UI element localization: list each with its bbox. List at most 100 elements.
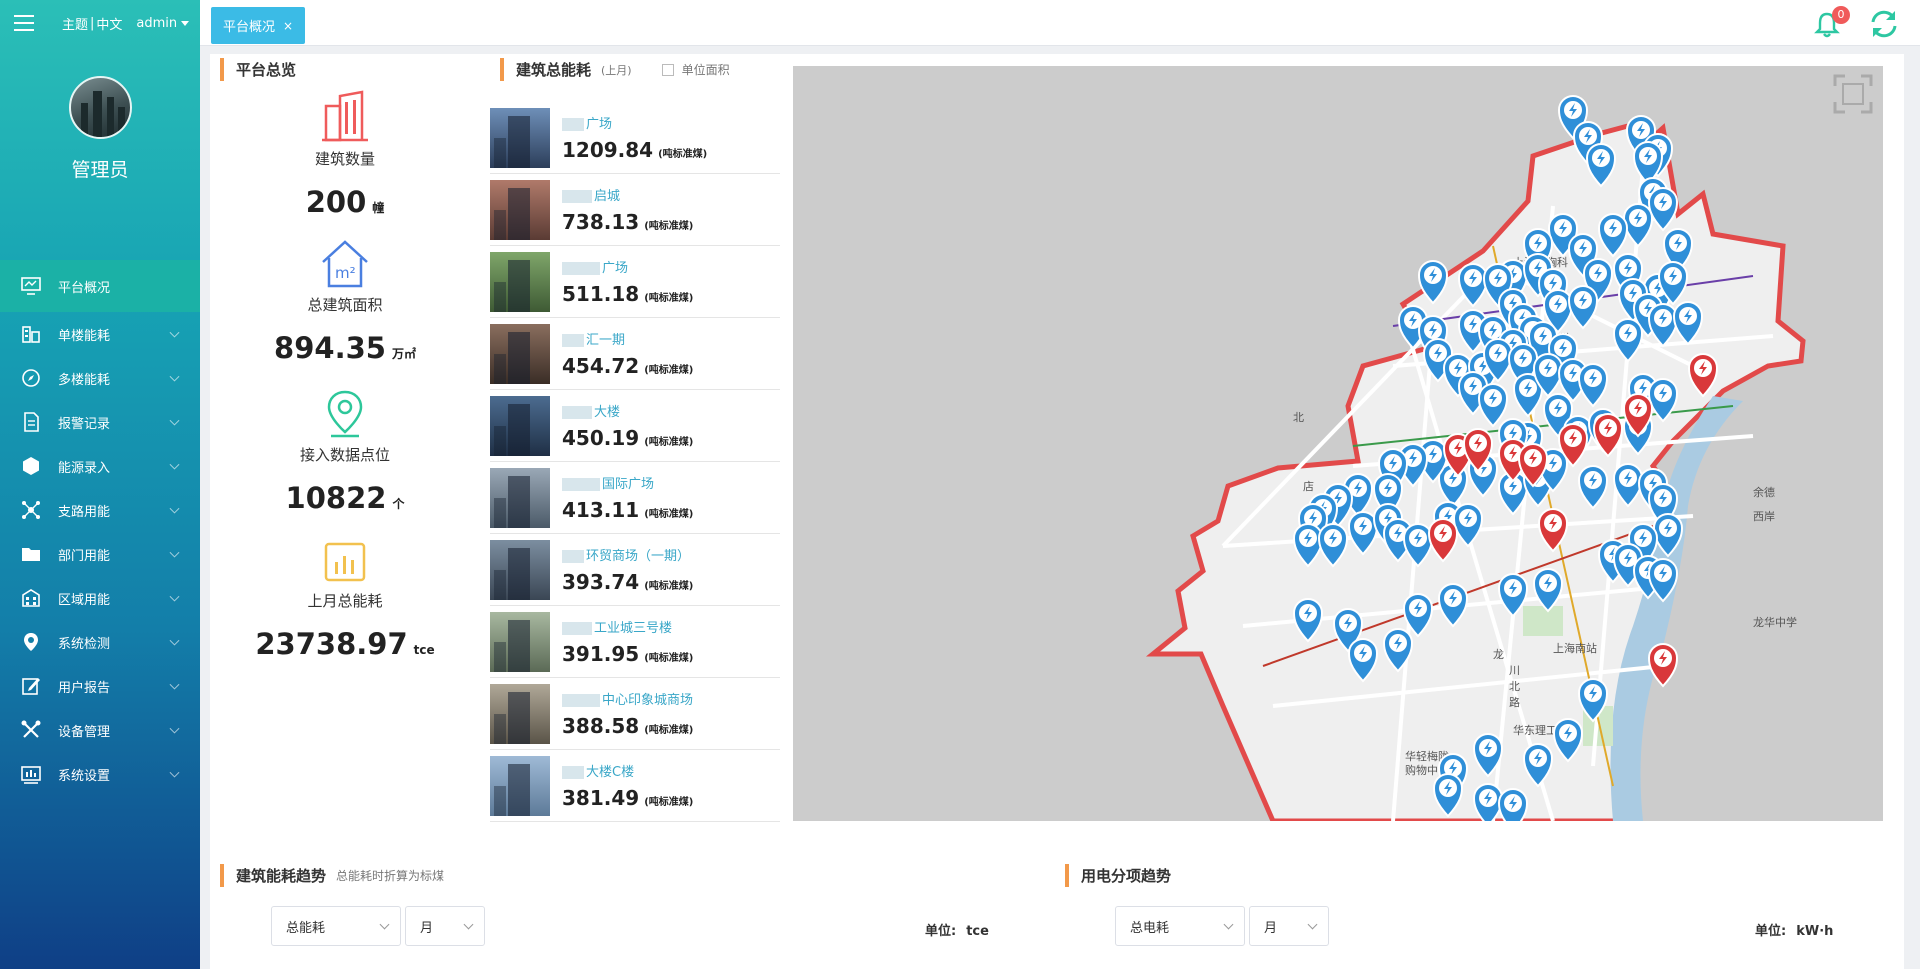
sidebar-item-4[interactable]: 能源录入 — [0, 444, 200, 488]
sidebar-item-label: 用户报告 — [58, 680, 111, 696]
edit-icon — [20, 675, 42, 697]
building-name[interactable]: 环贸商场（一期） — [586, 549, 690, 564]
building-row[interactable]: 国际广场 413.11 (吨标准煤) — [490, 462, 780, 534]
building-row[interactable]: 广场 511.18 (吨标准煤) — [490, 246, 780, 318]
overview-title: 平台总览 — [220, 58, 296, 81]
map-label: 上海南站 — [1553, 641, 1597, 655]
fullscreen-icon[interactable] — [1833, 74, 1873, 114]
sidebar-item-1[interactable]: 单楼能耗 — [0, 312, 200, 356]
stat-data-points: 接入数据点位 10822 个 — [210, 388, 480, 515]
stat-label: 上月总能耗 — [307, 592, 383, 610]
building-name[interactable]: 工业城三号楼 — [594, 621, 672, 636]
building-energy-value: 393.74 — [562, 570, 640, 594]
building-icon — [322, 90, 368, 142]
building-energy-title-text: 建筑总能耗 — [516, 61, 592, 79]
electric-type-select[interactable]: 总电耗 — [1115, 906, 1245, 946]
building-row[interactable]: 工业城三号楼 391.95 (吨标准煤) — [490, 606, 780, 678]
sidebar-item-3[interactable]: 报警记录 — [0, 400, 200, 444]
stat-label: 总建筑面积 — [307, 296, 383, 314]
sidebar-item-2[interactable]: 多楼能耗 — [0, 356, 200, 400]
building-energy-value: 511.18 — [562, 282, 640, 306]
building-row[interactable]: 环贸商场（一期） 393.74 (吨标准煤) — [490, 534, 780, 606]
stat-value: 10822 — [285, 481, 387, 515]
chevron-down-icon[interactable] — [181, 20, 190, 26]
building-name[interactable]: 大楼 — [594, 405, 620, 420]
building-chart-icon — [20, 323, 42, 345]
sidebar-item-label: 单楼能耗 — [58, 328, 111, 344]
stat-unit: 个 — [392, 497, 405, 511]
map-label: 店 — [1303, 479, 1314, 493]
building-photo — [490, 395, 550, 456]
chevron-down-icon — [463, 919, 474, 930]
building-name[interactable]: 广场 — [586, 117, 612, 132]
electric-period-select[interactable]: 月 — [1249, 906, 1329, 946]
sidebar-item-5[interactable]: 支路用能 — [0, 488, 200, 532]
sidebar-item-7[interactable]: 区域用能 — [0, 576, 200, 620]
sidebar-item-11[interactable]: 系统设置 — [0, 752, 200, 796]
electric-unit-label: 单位: — [1755, 924, 1787, 939]
trend-period-select[interactable]: 月 — [405, 906, 485, 946]
sidebar-item-0[interactable]: 平台概况 — [0, 260, 200, 312]
sidebar-item-10[interactable]: 设备管理 — [0, 708, 200, 752]
main-content: 平台总览 建筑数量 200 幢 m² 总建筑面积 894.35 万㎡ 接入数据点位 … — [210, 54, 1904, 969]
house-area-icon: m² — [322, 240, 368, 288]
building-name[interactable]: 汇一期 — [586, 333, 625, 348]
header-separator: | — [90, 15, 95, 31]
redacted-name — [562, 406, 592, 419]
building-row[interactable]: 大楼 450.19 (吨标准煤) — [490, 390, 780, 462]
building-row[interactable]: 中心印象城商场 388.58 (吨标准煤) — [490, 678, 780, 750]
sidebar-item-8[interactable]: 系统检测 — [0, 620, 200, 664]
unit-area-label: 单位面积 — [681, 63, 730, 77]
stat-value: 894.35 — [274, 331, 386, 365]
sidebar-item-label: 能源录入 — [58, 460, 111, 476]
building-name[interactable]: 启城 — [594, 189, 620, 204]
theme-switch[interactable]: 主题 — [62, 14, 88, 33]
menu-toggle-icon[interactable] — [14, 15, 34, 31]
map-label: 龙 — [1493, 648, 1504, 661]
redacted-name — [562, 766, 584, 779]
sidebar-item-label: 多楼能耗 — [58, 372, 111, 388]
building-energy-value: 391.95 — [562, 642, 640, 666]
building-row[interactable]: 广场 1209.84 (吨标准煤) — [490, 102, 780, 174]
building-map[interactable]: 上海市胸科西教堂北店上海南站龙川北路华东理工大学华轻梅陇购物中心西岸余德龙华中学 — [793, 66, 1883, 821]
building-name[interactable]: 国际广场 — [602, 477, 654, 492]
refresh-icon[interactable] — [1868, 9, 1900, 39]
building-name[interactable]: 大楼C楼 — [586, 765, 634, 780]
building-name[interactable]: 中心印象城商场 — [602, 693, 693, 708]
chevron-down-icon — [169, 679, 180, 690]
building-photo — [490, 683, 550, 744]
building-row[interactable]: 大楼C楼 381.49 (吨标准煤) — [490, 750, 780, 822]
building-row[interactable]: 启城 738.13 (吨标准煤) — [490, 174, 780, 246]
user-menu[interactable]: admin — [136, 16, 177, 31]
building-photo — [490, 107, 550, 168]
trend-period-value: 月 — [420, 920, 434, 936]
sidebar-item-label: 部门用能 — [58, 548, 111, 564]
stat-unit: 万㎡ — [391, 347, 416, 361]
tab-platform-overview[interactable]: 平台概况 × — [211, 7, 306, 44]
sidebar-item-9[interactable]: 用户报告 — [0, 664, 200, 708]
map-pin-alarm[interactable] — [1647, 643, 1679, 688]
building-energy-unit: (吨标准煤) — [644, 725, 694, 736]
tab-label: 平台概况 — [223, 20, 276, 35]
avatar — [69, 76, 132, 139]
stat-total-area: m² 总建筑面积 894.35 万㎡ — [210, 238, 480, 365]
building-energy-value: 388.58 — [562, 714, 640, 738]
building-name[interactable]: 广场 — [602, 261, 628, 276]
sidebar-header: 主题 | 中文 admin — [0, 0, 200, 46]
unit-area-checkbox[interactable] — [661, 63, 674, 76]
sidebar-item-label: 区域用能 — [58, 592, 111, 608]
building-row[interactable]: 汇一期 454.72 (吨标准煤) — [490, 318, 780, 390]
sidebar-item-6[interactable]: 部门用能 — [0, 532, 200, 576]
chevron-down-icon — [169, 415, 180, 426]
trend-type-select[interactable]: 总能耗 — [271, 906, 401, 946]
sidebar: 主题 | 中文 admin 管理员 平台概况 单楼能耗 多楼能耗 报警记录 能源录入 支路… — [0, 0, 200, 969]
trend-type-value: 总能耗 — [286, 920, 326, 936]
map-canvas[interactable]: 上海市胸科西教堂北店上海南站龙川北路华东理工大学华轻梅陇购物中心西岸余德龙华中学 — [793, 66, 1883, 821]
building-energy-unit: (吨标准煤) — [644, 293, 694, 304]
document-icon — [20, 411, 42, 433]
trend-unit-value: tce — [966, 924, 989, 939]
language-switch[interactable]: 中文 — [96, 14, 122, 33]
map-pin-normal[interactable] — [1497, 788, 1529, 821]
close-icon[interactable]: × — [283, 19, 293, 33]
sidebar-item-label: 系统设置 — [58, 768, 111, 784]
